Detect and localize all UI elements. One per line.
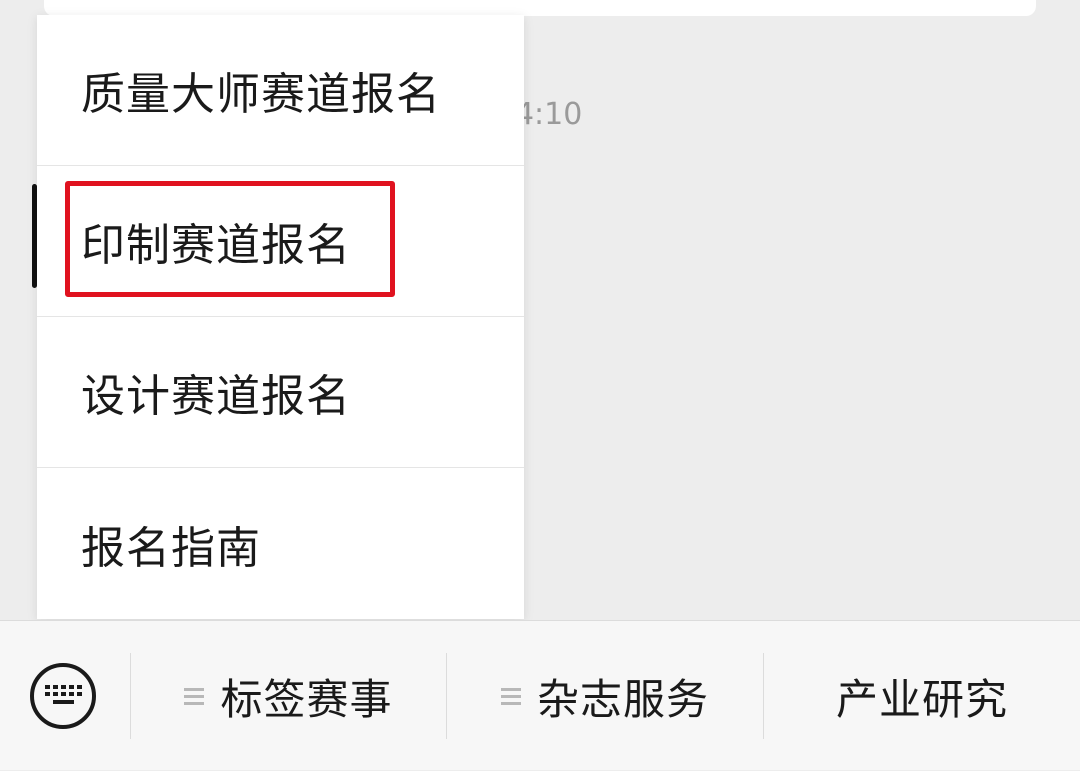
menu-lines-icon [500,684,521,709]
tab-label: 产业研究 [835,674,1008,724]
menu-item-registration-guide[interactable]: 报名指南 [37,468,524,619]
menu-item-design-registration[interactable]: 设计赛道报名 [37,317,524,468]
menu-item-label: 印制赛道报名 [81,220,351,271]
previous-message-card [44,0,1036,16]
tab-label: 标签赛事 [220,674,393,724]
menu-item-printing-registration[interactable]: 印制赛道报名 [37,166,524,317]
submenu-popup: 质量大师赛道报名 印制赛道报名 设计赛道报名 报名指南 [37,15,524,619]
keyboard-icon [45,685,82,704]
menu-item-label: 质量大师赛道报名 [81,69,441,120]
tab-label: 杂志服务 [536,674,709,724]
keyboard-toggle-button[interactable] [30,663,96,729]
bottom-menu-bar: 标签赛事 杂志服务 产业研究 [0,620,1080,770]
menu-item-quality-master-registration[interactable]: 质量大师赛道报名 [37,15,524,166]
tab-magazine-service[interactable]: 杂志服务 [447,621,763,771]
tab-industry-research[interactable]: 产业研究 [764,621,1080,771]
menu-lines-icon [184,684,205,709]
tab-label-events[interactable]: 标签赛事 [131,621,446,771]
menu-item-label: 设计赛道报名 [81,371,351,422]
menu-item-label: 报名指南 [81,522,261,574]
